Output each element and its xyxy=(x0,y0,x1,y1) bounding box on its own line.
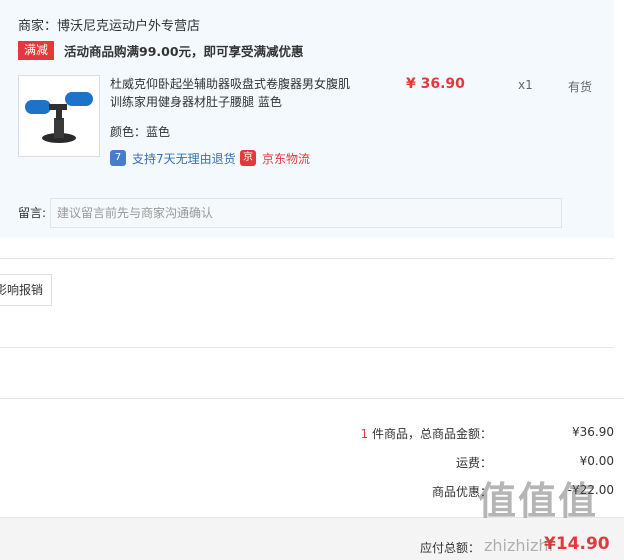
service-return-label: 支持7天无理由退货 xyxy=(132,151,236,166)
product-thumbnail[interactable] xyxy=(18,75,100,157)
product-color: 颜色：蓝色 xyxy=(110,125,171,139)
goods-total: ¥36.90 xyxy=(572,425,614,439)
service-shipping[interactable]: 京 京东物流 xyxy=(240,150,310,166)
payable-label: 应付总额： xyxy=(420,541,481,555)
promo-text: 活动商品购满99.00元，即可享受满减优惠 xyxy=(64,44,304,59)
note-label: 留言: xyxy=(18,206,47,220)
payable-value: ¥14.90 xyxy=(544,534,610,554)
discount-label: 商品优惠： xyxy=(431,485,492,499)
service-return[interactable]: 7 支持7天无理由退货 xyxy=(110,150,236,166)
service-shipping-label: 京东物流 xyxy=(262,151,311,166)
divider xyxy=(0,347,614,348)
jd-logistics-icon: 京 xyxy=(240,150,256,166)
shipping-label: 运费： xyxy=(455,456,492,470)
shop-name[interactable]: 商家：博沃尼克运动户外专营店 xyxy=(18,15,200,34)
item-count-label: 件商品，总商品金额： xyxy=(368,427,492,441)
watermark-text: zhizhizhi xyxy=(484,536,553,555)
divider xyxy=(0,258,614,259)
product-title[interactable]: 杜威克仰卧起坐辅助器吸盘式卷腹器男女腹肌训练家用健身器材肚子腰腿 蓝色 xyxy=(110,75,355,111)
shipping-fee: ¥0.00 xyxy=(579,454,614,468)
summary-count-row: 1 件商品，总商品金额： xyxy=(262,425,492,442)
watermark-logo: 值值值 xyxy=(478,479,599,523)
product-quantity: x1 xyxy=(518,78,533,92)
divider xyxy=(0,398,624,399)
shop-order-block: 商家：博沃尼克运动户外专营店 满减 活动商品购满99.00元，即可享受满减优惠 … xyxy=(0,0,614,238)
product-image xyxy=(25,92,93,143)
product-price: ¥ 36.90 xyxy=(406,76,465,92)
product-stock: 有货 xyxy=(568,80,593,94)
return-icon: 7 xyxy=(110,150,126,166)
promo-tag: 满减 xyxy=(18,41,54,60)
note-input[interactable] xyxy=(50,198,562,228)
invoice-button[interactable]: 影响报销 xyxy=(0,274,52,306)
